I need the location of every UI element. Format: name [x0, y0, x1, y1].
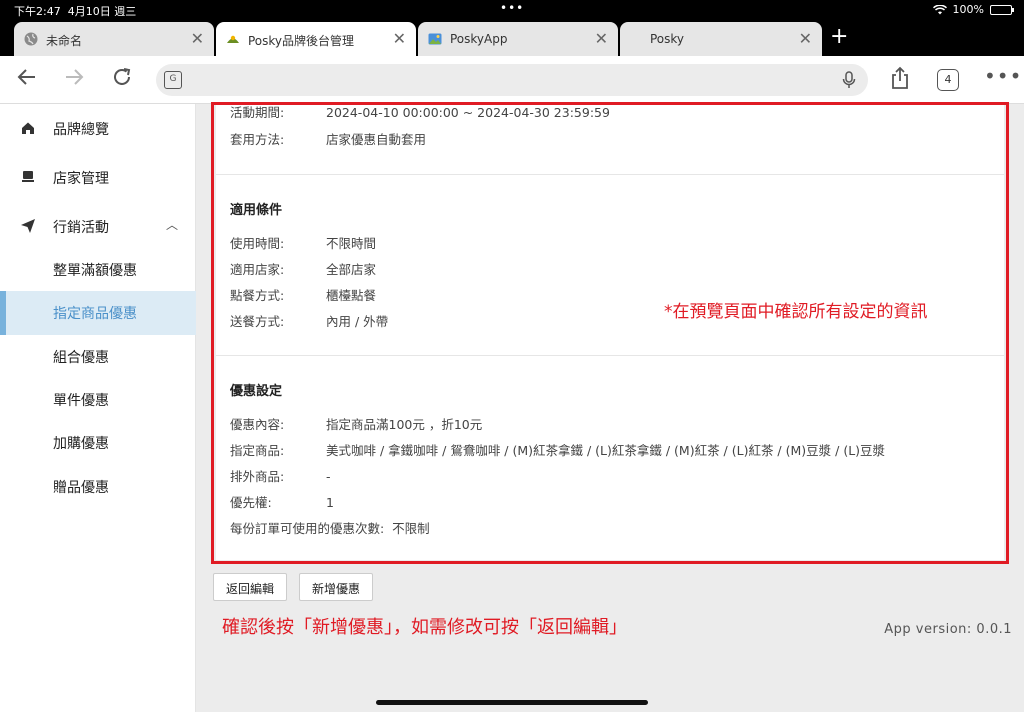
tab-strip: 未命名 ✕ Posky品牌後台管理 ✕ PoskyApp ✕ Posky ✕ +	[0, 20, 1024, 56]
sidebar-item-store-management[interactable]: 店家管理	[0, 155, 196, 199]
multitask-dots-icon[interactable]: •••	[500, 1, 524, 15]
reload-icon[interactable]	[111, 66, 133, 93]
battery-icon	[990, 4, 1014, 15]
back-edit-button[interactable]: 返回編輯	[213, 573, 288, 601]
app-version: App version: 0.0.1	[884, 622, 1012, 637]
tab-close-icon[interactable]: ✕	[191, 29, 204, 48]
sidebar-item-label: 品牌總覽	[53, 122, 109, 138]
sidebar-item-label: 店家管理	[53, 171, 109, 187]
tab-close-icon[interactable]: ✕	[393, 29, 406, 48]
forward-arrow-icon[interactable]	[63, 66, 85, 93]
highlight-box	[211, 102, 1009, 564]
tab-close-icon[interactable]: ✕	[595, 29, 608, 48]
sidebar-item-marketing[interactable]: 行銷活動 ︿	[0, 204, 196, 248]
more-menu-icon[interactable]: •••	[984, 64, 1022, 88]
tab-poskyapp[interactable]: PoskyApp ✕	[418, 22, 618, 56]
tab-title: Posky品牌後台管理	[248, 34, 355, 48]
home-icon	[22, 122, 34, 134]
sidebar-subitem-specified-product[interactable]: 指定商品優惠	[0, 291, 196, 335]
tab-count-icon[interactable]: 4	[937, 69, 959, 91]
annotation-bottom: 確認後按「新增優惠」，如需修改可按「返回編輯」	[222, 617, 627, 638]
image-favicon-icon	[428, 33, 442, 45]
sidebar: 品牌總覽 店家管理 行銷活動 ︿ 整單滿額優惠 指定商品優惠 組合優惠 單件優惠…	[0, 104, 196, 712]
status-bar: 下午2:47 4月10日 週三 ••• 100%	[0, 0, 1024, 20]
sidebar-item-label: 單件優惠	[53, 393, 109, 409]
sidebar-subitem-add-on[interactable]: 加購優惠	[0, 421, 196, 465]
sidebar-item-brand-overview[interactable]: 品牌總覽	[0, 106, 196, 150]
tab-title: PoskyApp	[450, 32, 508, 46]
browser-toolbar: G 4 •••	[0, 56, 1024, 104]
chevron-up-icon[interactable]: ︿	[166, 216, 178, 233]
send-icon	[21, 219, 35, 233]
tab-posky-admin[interactable]: Posky品牌後台管理 ✕	[216, 22, 416, 56]
sidebar-item-label: 行銷活動	[53, 220, 109, 236]
tab-title: 未命名	[46, 34, 83, 48]
sidebar-subitem-single-item[interactable]: 單件優惠	[0, 378, 196, 422]
sidebar-item-label: 整單滿額優惠	[53, 263, 137, 279]
battery-percent: 100%	[952, 3, 984, 16]
globe-icon	[24, 32, 38, 46]
back-arrow-icon[interactable]	[16, 66, 38, 93]
sidebar-subitem-gift[interactable]: 贈品優惠	[0, 465, 196, 509]
tab-title: Posky	[650, 32, 685, 46]
sidebar-subitem-combo[interactable]: 組合優惠	[0, 335, 196, 379]
microphone-icon[interactable]	[842, 71, 856, 93]
add-promotion-button[interactable]: 新增優惠	[299, 573, 374, 601]
home-indicator[interactable]	[376, 700, 648, 705]
tab-untitled[interactable]: 未命名 ✕	[14, 22, 214, 56]
wifi-icon	[932, 4, 947, 14]
sidebar-subitem-order-threshold[interactable]: 整單滿額優惠	[0, 248, 196, 292]
status-right: 100%	[932, 3, 1014, 16]
sidebar-item-label: 指定商品優惠	[53, 306, 137, 322]
store-icon	[22, 171, 34, 182]
tab-posky[interactable]: Posky ✕	[620, 22, 822, 56]
sidebar-item-label: 加購優惠	[53, 436, 109, 452]
new-tab-icon[interactable]: +	[830, 24, 848, 49]
share-icon[interactable]	[890, 66, 910, 95]
translate-icon[interactable]: G	[164, 71, 182, 89]
status-time: 下午2:47 4月10日 週三	[14, 5, 137, 18]
annotation-top: *在預覽頁面中確認所有設定的資訊	[664, 302, 928, 322]
address-bar[interactable]: G	[156, 64, 868, 96]
posky-favicon-icon	[227, 35, 239, 43]
sidebar-item-label: 組合優惠	[53, 350, 109, 366]
tab-close-icon[interactable]: ✕	[799, 29, 812, 48]
sidebar-item-label: 贈品優惠	[53, 480, 109, 496]
